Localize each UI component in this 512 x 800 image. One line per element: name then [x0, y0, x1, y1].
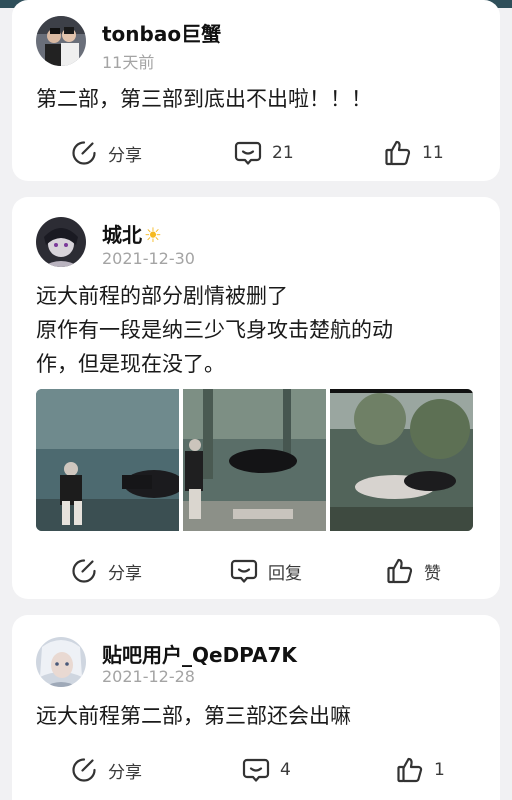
comment-button[interactable]: 4	[242, 755, 291, 785]
timestamp: 2021-12-30	[102, 249, 195, 268]
post-image-1	[36, 389, 179, 531]
thumbs-up-icon	[387, 558, 413, 584]
timestamp: 11天前	[102, 53, 155, 72]
post-image[interactable]	[330, 389, 473, 531]
reply-label: 回复	[268, 563, 302, 584]
avatar[interactable]	[36, 217, 86, 267]
like-count: 1	[434, 760, 445, 780]
content-line: 远大前程的部分剧情被删了	[36, 284, 288, 308]
like-button[interactable]: 11	[384, 138, 444, 168]
comment-bubble-icon	[234, 141, 262, 165]
avatar[interactable]	[36, 637, 86, 687]
share-button[interactable]: 分享	[70, 138, 142, 168]
post-content: 远大前程第二部，第三部还会出嘛	[36, 699, 486, 733]
edit-share-icon	[72, 141, 96, 165]
like-button[interactable]: 赞	[386, 556, 441, 586]
like-label: 赞	[424, 563, 441, 584]
edit-share-icon	[72, 758, 96, 782]
content-line: 远大前程第二部，第三部还会出嘛	[36, 704, 351, 728]
sun-emoji-icon: ☀	[144, 223, 162, 247]
post-content: 第二部，第三部到底出不出啦！！！	[36, 82, 486, 116]
content-line: 原作有一段是纳三少飞身攻击楚航的动	[36, 318, 393, 342]
post-card: 城北 ☀ 2021-12-30 远大前程的部分剧情被删了 原作有一段是纳三少飞身攻…	[12, 197, 500, 599]
post-image-3	[330, 389, 473, 531]
post-card: 贴吧用户_QeDPA7K 2021-12-28 远大前程第二部，第三部还会出嘛 …	[12, 615, 500, 800]
edit-share-icon	[72, 559, 96, 583]
share-label: 分享	[108, 145, 142, 166]
post-image[interactable]	[183, 389, 326, 531]
share-label: 分享	[108, 563, 142, 584]
comment-button[interactable]: 21	[234, 138, 294, 168]
comment-count: 21	[272, 143, 294, 163]
post-image-2	[183, 389, 326, 531]
avatar[interactable]	[36, 16, 86, 66]
share-button[interactable]: 分享	[70, 556, 142, 586]
thumbs-up-icon	[397, 757, 423, 783]
comment-bubble-icon	[230, 559, 258, 583]
username[interactable]: 城北 ☀	[102, 219, 162, 248]
share-button[interactable]: 分享	[70, 755, 142, 785]
username-text[interactable]: 城北	[102, 223, 142, 247]
username[interactable]: tonbao巨蟹	[102, 18, 221, 47]
post-content: 远大前程的部分剧情被删了 原作有一段是纳三少飞身攻击楚航的动 作，但是现在没了。	[36, 279, 486, 381]
reply-button[interactable]: 回复	[230, 556, 302, 586]
timestamp: 2021-12-28	[102, 667, 195, 686]
like-count: 11	[422, 143, 444, 163]
share-label: 分享	[108, 762, 142, 783]
content-line: 第二部，第三部到底出不出啦！！！	[36, 87, 372, 111]
content-line: 作，但是现在没了。	[36, 352, 225, 376]
username[interactable]: 贴吧用户_QeDPA7K	[102, 639, 297, 668]
like-button[interactable]: 1	[396, 755, 445, 785]
comment-bubble-icon	[242, 758, 270, 782]
thumbs-up-icon	[385, 140, 411, 166]
post-card: tonbao巨蟹 11天前 第二部，第三部到底出不出啦！！！ 分享 21 11	[12, 0, 500, 181]
comment-count: 4	[280, 760, 291, 780]
post-image[interactable]	[36, 389, 179, 531]
